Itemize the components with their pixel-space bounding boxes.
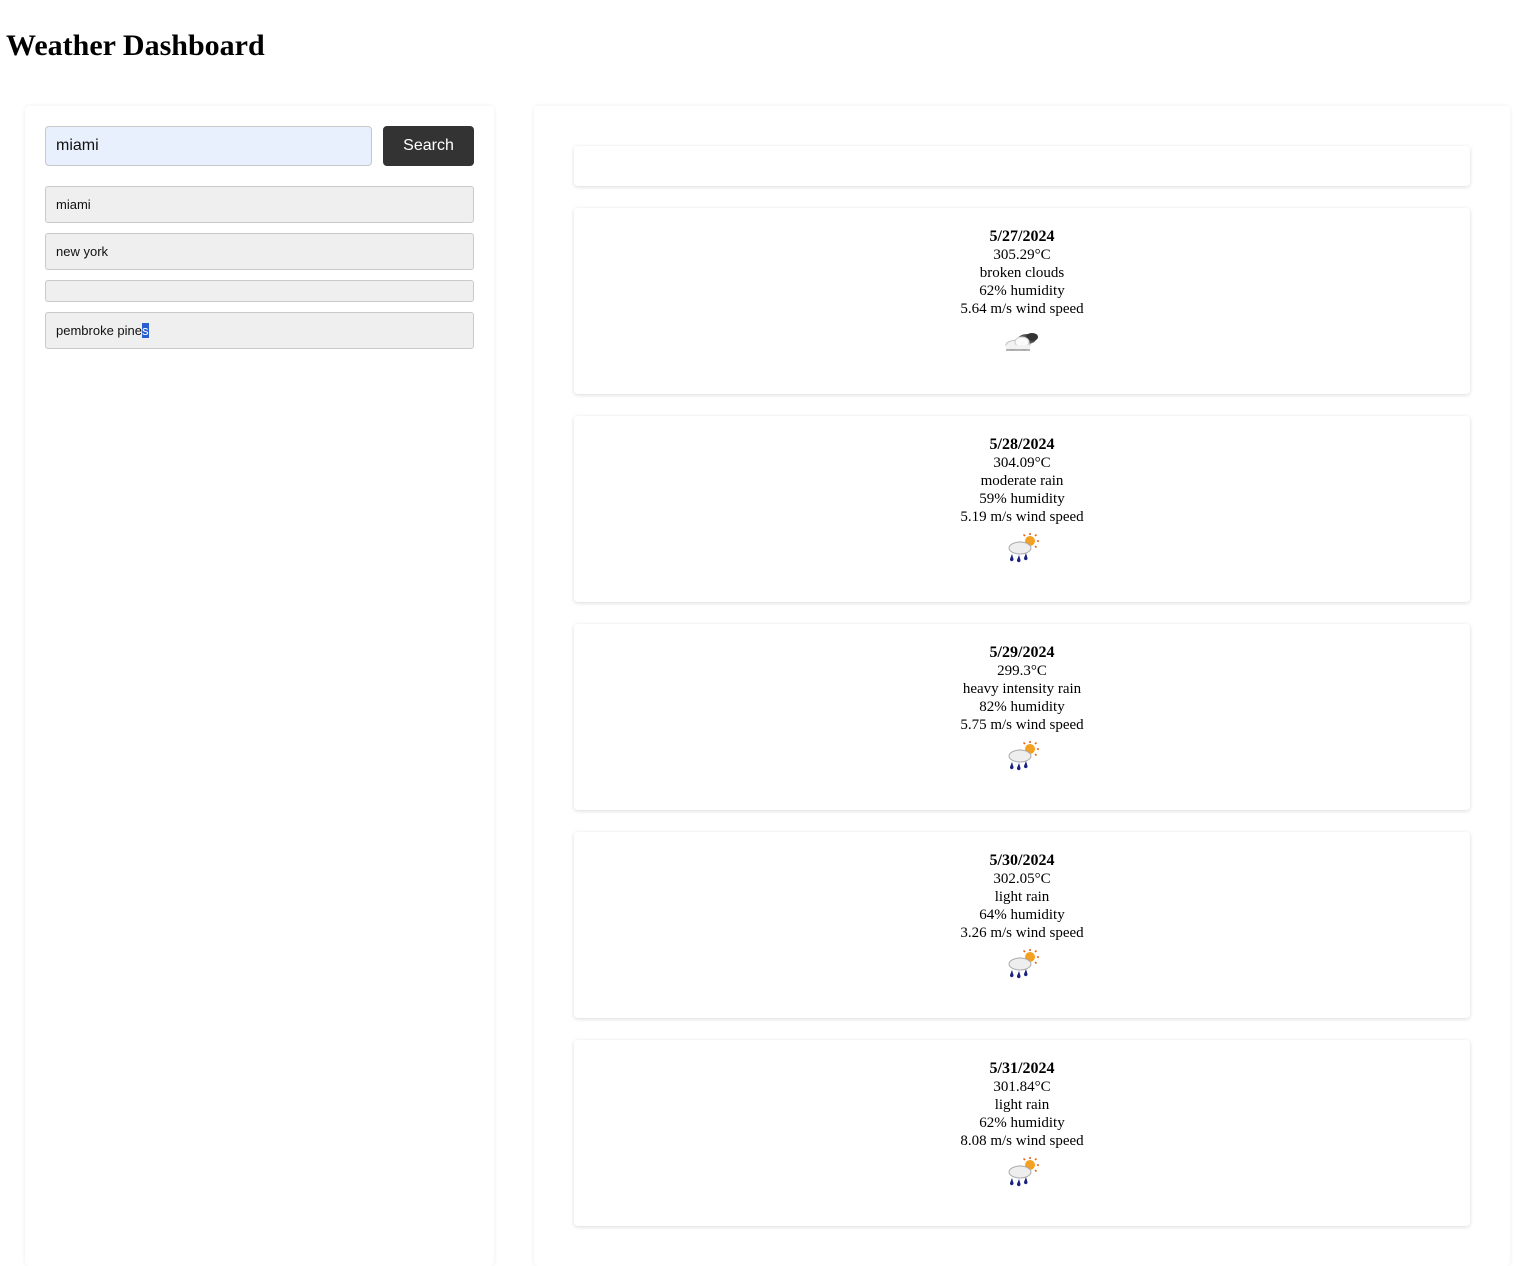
search-row: Search: [45, 126, 474, 166]
forecast-wind: 5.19 m/s wind speed: [960, 509, 1084, 525]
forecast-desc: broken clouds: [979, 265, 1065, 281]
forecast-humidity: 82% humidity: [979, 699, 1065, 715]
page-title: Weather Dashboard: [6, 29, 265, 62]
forecast-desc: light rain: [994, 889, 1050, 905]
broken-clouds-icon: [1005, 333, 1038, 351]
forecast-humidity: 62% humidity: [979, 283, 1065, 299]
forecast-temp: 305.29°C: [993, 247, 1051, 263]
forecast-temp: 301.84°C: [993, 1079, 1051, 1095]
rain-sun-icon: [1008, 741, 1039, 771]
forecast-temp: 304.09°C: [993, 455, 1051, 471]
forecast-humidity: 62% humidity: [979, 1115, 1065, 1131]
forecast-card: 5/30/2024 302.05°C light rain 64% humidi…: [574, 832, 1470, 1018]
current-weather-card: [574, 146, 1470, 186]
search-history-list: miami new york pembroke pines: [45, 186, 474, 359]
forecast-humidity: 64% humidity: [979, 907, 1065, 923]
history-item-pembroke-pines[interactable]: pembroke pines: [45, 312, 474, 349]
forecast-desc: heavy intensity rain: [962, 681, 1082, 697]
history-item-empty[interactable]: [45, 280, 474, 302]
forecast-card: 5/29/2024 299.3°C heavy intensity rain 8…: [574, 624, 1470, 810]
search-input[interactable]: [45, 126, 372, 166]
forecast-date: 5/29/2024: [989, 644, 1055, 661]
search-button[interactable]: Search: [383, 126, 474, 166]
forecast-card: 5/28/2024 304.09°C moderate rain 59% hum…: [574, 416, 1470, 602]
forecast-date: 5/31/2024: [989, 1060, 1055, 1077]
history-item-new-york[interactable]: new york: [45, 233, 474, 270]
text-selection: s: [142, 323, 149, 338]
forecast-desc: moderate rain: [980, 473, 1064, 489]
forecast-card: 5/31/2024 301.84°C light rain 62% humidi…: [574, 1040, 1470, 1226]
forecast-temp: 299.3°C: [997, 663, 1047, 679]
forecast-wind: 5.64 m/s wind speed: [960, 301, 1084, 317]
history-item-text: pembroke pine: [56, 323, 142, 338]
search-sidebar: Search miami new york pembroke pines: [25, 106, 494, 1266]
forecast-card: 5/27/2024 305.29°C broken clouds 62% hum…: [574, 208, 1470, 394]
forecast-list: 5/27/2024 305.29°C broken clouds 62% hum…: [574, 208, 1470, 1248]
history-item-miami[interactable]: miami: [45, 186, 474, 223]
forecast-wind: 3.26 m/s wind speed: [960, 925, 1084, 941]
forecast-date: 5/30/2024: [989, 852, 1055, 869]
forecast-desc: light rain: [994, 1097, 1050, 1113]
forecast-wind: 8.08 m/s wind speed: [960, 1133, 1084, 1149]
forecast-date: 5/27/2024: [989, 228, 1055, 245]
rain-sun-icon: [1008, 533, 1039, 563]
forecast-temp: 302.05°C: [993, 871, 1051, 887]
rain-sun-icon: [1008, 949, 1039, 979]
rain-sun-icon: [1008, 1157, 1039, 1187]
forecast-date: 5/28/2024: [989, 436, 1055, 453]
weather-main-panel: 5/27/2024 305.29°C broken clouds 62% hum…: [534, 106, 1510, 1266]
forecast-humidity: 59% humidity: [979, 491, 1065, 507]
forecast-wind: 5.75 m/s wind speed: [960, 717, 1084, 733]
